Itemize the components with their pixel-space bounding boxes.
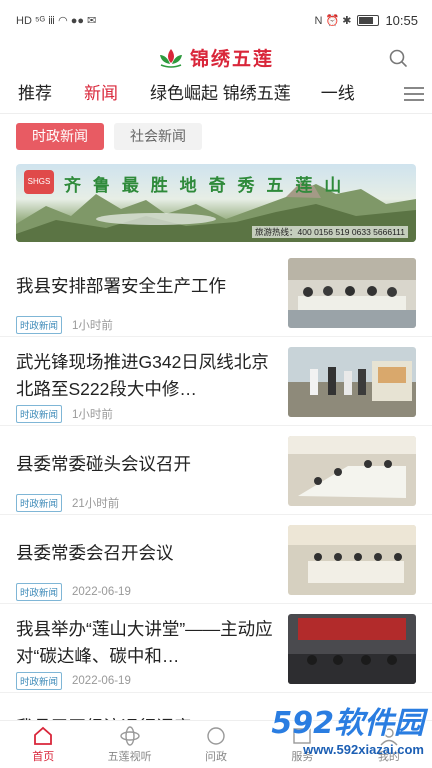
news-thumbnail: [288, 258, 416, 328]
status-time: 10:55: [385, 12, 418, 28]
status-icons: HD ⁵ᴳ ⅲ ◠ ●● ✉: [16, 14, 97, 27]
news-time: 2022-06-19: [72, 586, 131, 598]
news-item[interactable]: 我县安排部署安全生产工作 时政新闻 1小时前: [0, 248, 432, 337]
news-time: 1小时前: [72, 320, 113, 332]
news-tag: 时政新闻: [16, 583, 63, 601]
news-item[interactable]: 县委常委会召开会议 时政新闻 2022-06-19: [0, 515, 432, 604]
news-title: 县委常委碰头会议召开: [16, 453, 191, 474]
nav-label: 五莲视听: [107, 750, 152, 763]
watermark-brand: 592软件园: [271, 706, 424, 741]
news-title: 武光锋现场推进G342日凤线北京北路至S222段大中修…: [16, 352, 269, 399]
channel-menu-icon[interactable]: [396, 74, 432, 113]
banner-slogan: 齐 鲁 最 胜 地 奇 秀 五 莲 山: [64, 176, 345, 196]
tab-green-rise[interactable]: 绿色崛起 锦绣五莲: [150, 79, 291, 108]
watermark-url: www.592xiazai.com: [303, 742, 424, 757]
tab-frontline[interactable]: 一线: [321, 79, 355, 108]
sub-tabs: 时政新闻 社会新闻: [0, 114, 432, 160]
news-tag: 时政新闻: [16, 672, 63, 690]
system-icons: N ⏰ ✱: [314, 14, 352, 27]
news-item[interactable]: 武光锋现场推进G342日凤线北京北路至S222段大中修… 时政新闻 1小时前: [0, 337, 432, 426]
news-thumbnail: [288, 525, 416, 595]
news-time: 2022-06-19: [72, 675, 131, 687]
news-title: 我县安排部署安全生产工作: [16, 275, 226, 296]
news-title: 我县举办“莲山大讲堂”——主动应对“碳达峰、碳中和…: [16, 619, 273, 666]
nav-video[interactable]: 五莲视听: [86, 721, 172, 768]
home-icon: [34, 726, 53, 745]
nav-label: 首页: [32, 750, 55, 763]
logo-text: 锦绣五莲: [189, 47, 274, 70]
lotus-logo-icon: [159, 49, 182, 68]
news-list: 我县安排部署安全生产工作 时政新闻 1小时前 武光锋现场推进G342日凤线北京北…: [0, 248, 432, 693]
tab-news[interactable]: 新闻: [84, 79, 118, 108]
subtab-political-news[interactable]: 时政新闻: [16, 123, 104, 150]
status-left: HD ⁵ᴳ ⅲ ◠ ●● ✉: [16, 14, 96, 27]
news-tag: 时政新闻: [16, 405, 63, 423]
subtab-social-news[interactable]: 社会新闻: [114, 123, 202, 150]
category-tabs: 推荐 新闻 绿色崛起 锦绣五莲 一线: [0, 74, 432, 114]
tab-recommend[interactable]: 推荐: [18, 79, 52, 108]
banner-hotline: 旅游热线：400 0156 519 0633 5666111: [252, 226, 408, 238]
news-tag: 时政新闻: [16, 316, 63, 334]
status-right: N ⏰ ✱ 10:55: [314, 13, 418, 28]
news-item[interactable]: 县委常委碰头会议召开 时政新闻 21小时前: [0, 426, 432, 515]
banner-logo: SHGS: [24, 170, 54, 194]
battery-icon: [357, 14, 380, 26]
news-thumbnail: [288, 614, 416, 684]
site-watermark: 592软件园 www.592xiazai.com: [214, 698, 424, 762]
news-time: 1小时前: [72, 409, 113, 421]
app-logo: 锦绣五莲: [158, 44, 274, 71]
app-header: 锦绣五莲: [0, 40, 432, 74]
news-tag: 时政新闻: [16, 494, 63, 512]
news-thumbnail: [288, 347, 416, 417]
atom-icon: [119, 725, 140, 746]
news-time: 21小时前: [72, 498, 120, 510]
status-bar: HD ⁵ᴳ ⅲ ◠ ●● ✉ N ⏰ ✱ 10:55: [0, 0, 432, 40]
news-title: 县委常委会召开会议: [16, 542, 174, 563]
news-thumbnail: [288, 436, 416, 506]
tourism-banner[interactable]: SHGS 齐 鲁 最 胜 地 奇 秀 五 莲 山 旅游热线：400 0156 5…: [16, 164, 416, 242]
nav-home[interactable]: 首页: [0, 721, 86, 768]
search-icon[interactable]: [388, 48, 408, 68]
news-item[interactable]: 我县举办“莲山大讲堂”——主动应对“碳达峰、碳中和… 时政新闻 2022-06-…: [0, 604, 432, 693]
